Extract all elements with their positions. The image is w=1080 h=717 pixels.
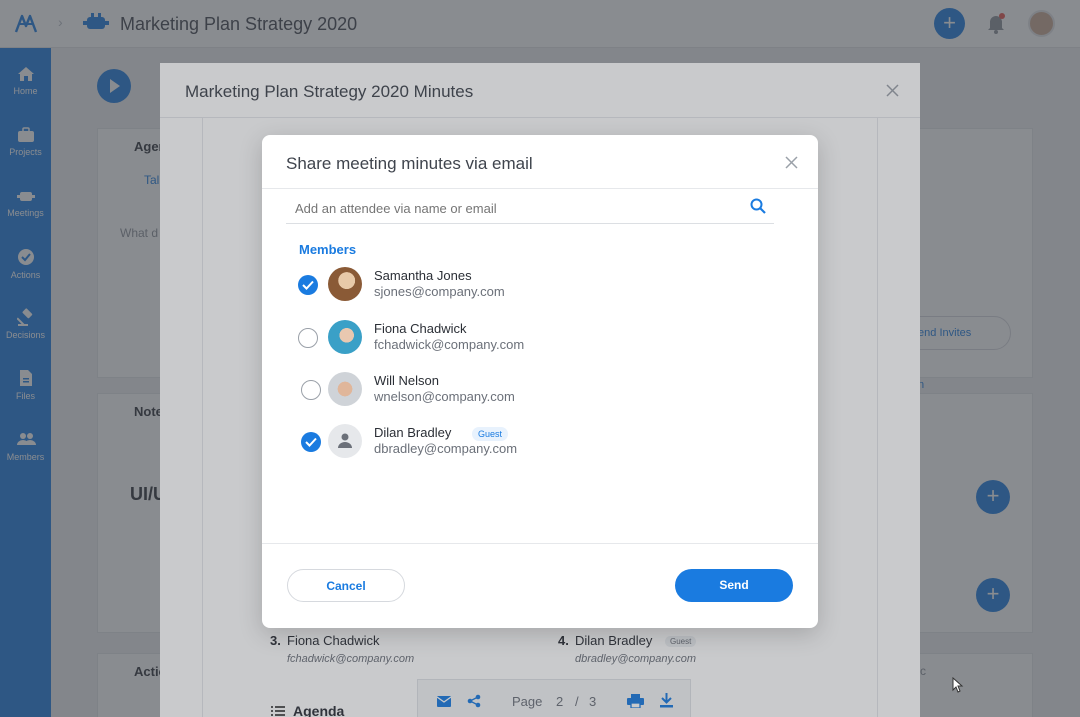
member-email: sjones@company.com: [374, 284, 505, 299]
member-checkbox-unchecked[interactable]: [298, 328, 318, 348]
cancel-button[interactable]: Cancel: [287, 569, 405, 602]
close-icon[interactable]: [785, 156, 798, 169]
send-button[interactable]: Send: [675, 569, 793, 602]
member-row[interactable]: Fiona Chadwick fchadwick@company.com: [298, 317, 778, 359]
avatar: [328, 372, 362, 406]
member-email: fchadwick@company.com: [374, 337, 525, 352]
member-name: Will Nelson: [374, 373, 440, 388]
member-name: Fiona Chadwick: [374, 321, 467, 336]
member-checkbox-checked[interactable]: [298, 275, 318, 295]
member-name: Dilan Bradley: [374, 425, 452, 440]
member-checkbox-checked[interactable]: [301, 432, 321, 452]
member-row[interactable]: Dilan Bradley Guest dbradley@company.com: [298, 421, 778, 463]
member-row[interactable]: Will Nelson wnelson@company.com: [298, 369, 778, 411]
avatar: [328, 267, 362, 301]
share-modal: Share meeting minutes via email Members …: [262, 135, 818, 628]
guest-badge: Guest: [472, 427, 509, 441]
member-email: dbradley@company.com: [374, 441, 518, 456]
cursor-icon: [952, 677, 964, 693]
footer-divider: [262, 543, 818, 544]
members-heading: Members: [299, 242, 357, 257]
member-checkbox-unchecked[interactable]: [301, 380, 321, 400]
check-icon: [302, 280, 314, 290]
attendee-search-input[interactable]: [286, 193, 774, 224]
avatar: [328, 320, 362, 354]
modal-title: Share meeting minutes via email: [286, 154, 533, 173]
person-icon: [338, 433, 352, 448]
member-row[interactable]: Samantha Jones sjones@company.com: [298, 264, 778, 306]
header-divider: [262, 188, 818, 189]
search-icon[interactable]: [750, 198, 766, 214]
member-email: wnelson@company.com: [374, 389, 515, 404]
check-icon: [305, 437, 317, 447]
avatar: [328, 424, 362, 458]
member-name: Samantha Jones: [374, 268, 472, 283]
